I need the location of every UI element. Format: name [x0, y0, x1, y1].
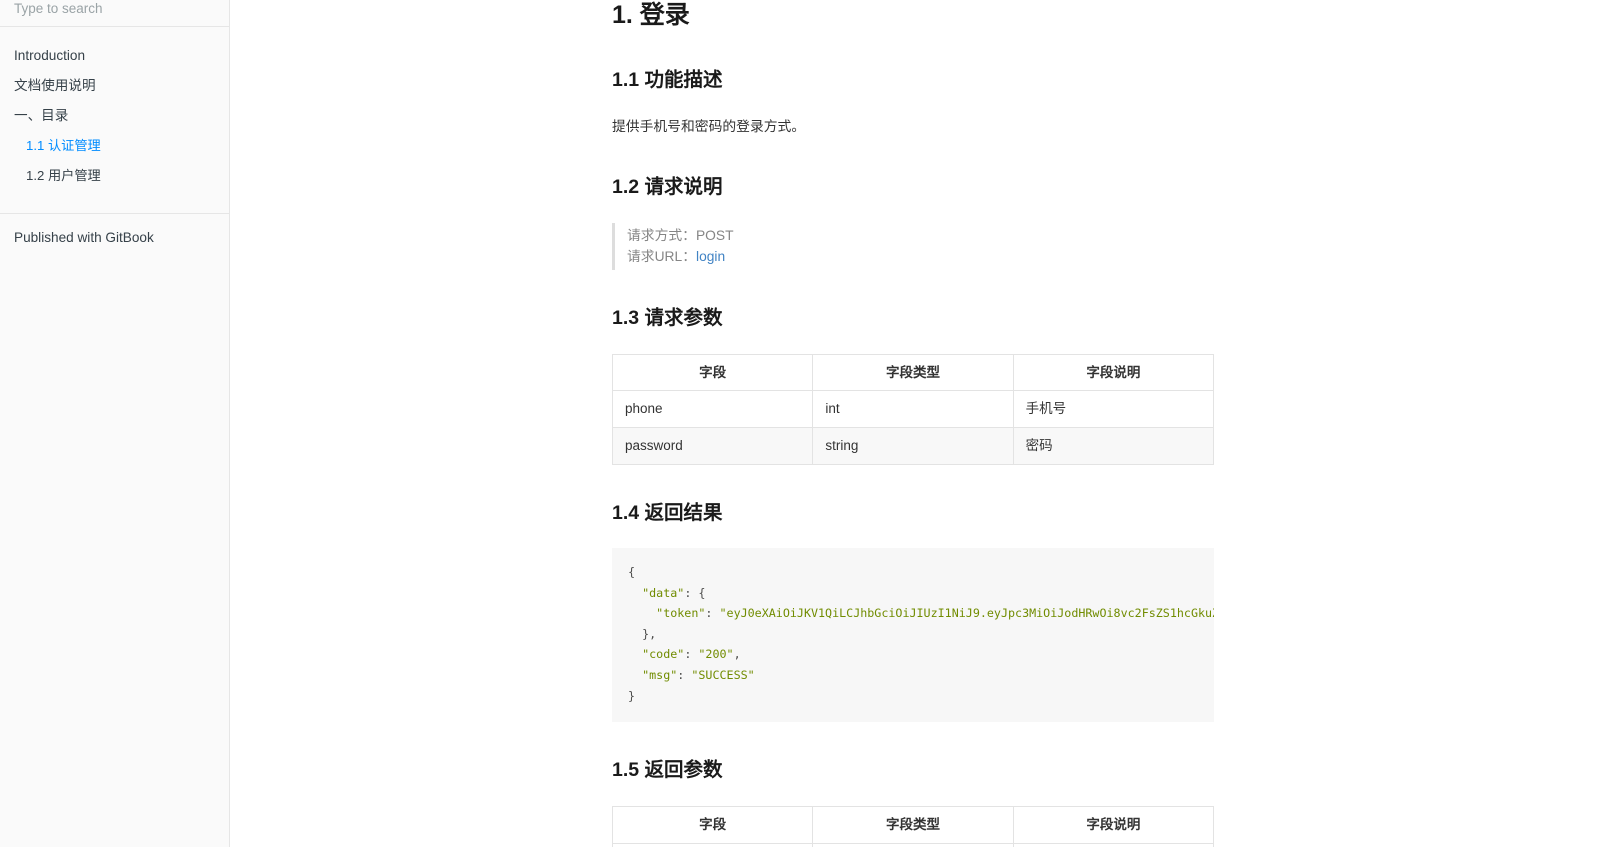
- documentation-page: Introduction 文档使用说明 一、目录 1.1 认证管理 1.2 用户…: [0, 0, 1607, 847]
- cell-field: phone: [611, 390, 814, 429]
- response-code-block: { "data": { "token": "eyJ0eXAiOiJKV1QiLC…: [612, 547, 1214, 723]
- section-heading-1-4: 1.4 返回结果: [612, 501, 723, 524]
- content-area: 1. 登录 1.1 功能描述 提供手机号和密码的登录方式。 1.2 请求说明 请…: [230, 0, 1607, 847]
- request-params-table: 字段 字段类型 字段说明 phone int 手机号 password stri…: [611, 353, 1215, 465]
- response-params-table: 字段 字段类型 字段说明 token string token值: [611, 806, 1215, 847]
- page-title: 1. 登录: [612, 1, 690, 29]
- code-token: {: [628, 564, 636, 579]
- column-header-type: 字段类型: [812, 353, 1014, 392]
- cell-type: string: [812, 427, 1014, 465]
- request-info-blockquote: 请求方式：POST 请求URL：login: [612, 222, 1214, 270]
- code-line: "code": "200",: [628, 644, 1198, 665]
- sidebar-item-user-management[interactable]: 1.2 用户管理: [0, 161, 229, 191]
- code-token: "200": [698, 647, 734, 662]
- section-heading-1-1: 1.1 功能描述: [612, 69, 723, 91]
- code-token: :: [677, 667, 692, 682]
- request-url-link[interactable]: login: [696, 249, 725, 264]
- column-header-field: 字段: [611, 806, 814, 845]
- cell-desc: token值: [1012, 843, 1215, 847]
- table-row: phone int 手机号: [611, 390, 1215, 429]
- cell-type: int: [812, 390, 1014, 429]
- code-token: "SUCCESS": [691, 667, 755, 682]
- request-url-label: 请求URL：: [627, 249, 696, 265]
- section-heading-1-3: 1.3 请求参数: [612, 306, 723, 329]
- search-container: [0, 0, 229, 27]
- column-header-desc: 字段说明: [1012, 806, 1215, 845]
- sidebar-item-doc-usage[interactable]: 文档使用说明: [0, 71, 229, 101]
- sidebar-item-introduction[interactable]: Introduction: [0, 41, 229, 71]
- column-header-type: 字段类型: [812, 806, 1014, 845]
- request-url-line: 请求URL：login: [627, 246, 1214, 267]
- code-token: :: [705, 606, 720, 621]
- request-method-label: 请求方式：: [627, 227, 696, 243]
- section-paragraph-1-1: 提供手机号和密码的登录方式。: [612, 119, 806, 135]
- code-line: },: [628, 624, 1198, 645]
- code-token: ,: [733, 647, 741, 662]
- sidebar-nav: Introduction 文档使用说明 一、目录 1.1 认证管理 1.2 用户…: [0, 27, 229, 203]
- code-token: : {: [684, 585, 706, 600]
- code-line: {: [628, 562, 1198, 583]
- cell-field: password: [611, 427, 814, 465]
- search-input[interactable]: [14, 1, 215, 17]
- code-token: :: [684, 647, 699, 662]
- cell-field: token: [611, 843, 814, 847]
- cell-desc: 手机号: [1012, 390, 1215, 429]
- request-method-line: 请求方式：POST: [627, 225, 1214, 246]
- cell-desc: 密码: [1012, 427, 1215, 465]
- code-token: },: [628, 626, 657, 641]
- table-header-row: 字段 字段类型 字段说明: [611, 806, 1215, 845]
- table-row: password string 密码: [611, 427, 1215, 465]
- sidebar-item-catalog[interactable]: 一、目录: [0, 101, 229, 131]
- published-with-gitbook-link[interactable]: Published with GitBook: [0, 214, 229, 245]
- code-token: "code": [642, 647, 685, 662]
- code-line: "msg": "SUCCESS": [628, 665, 1198, 686]
- request-method-value: POST: [695, 227, 734, 243]
- code-line: "token": "eyJ0eXAiOiJKV1QiLCJhbGciOiJIUz…: [628, 603, 1214, 624]
- section-heading-1-5: 1.5 返回参数: [612, 759, 723, 782]
- code-token: "token": [656, 606, 706, 621]
- sidebar: Introduction 文档使用说明 一、目录 1.1 认证管理 1.2 用户…: [0, 0, 230, 847]
- code-line: }: [628, 686, 1198, 707]
- article-body: 1. 登录 1.1 功能描述 提供手机号和密码的登录方式。 1.2 请求说明 请…: [611, 0, 1215, 847]
- code-token: "data": [642, 585, 685, 600]
- table-header-row: 字段 字段类型 字段说明: [611, 353, 1215, 392]
- column-header-field: 字段: [611, 353, 814, 392]
- cell-type: string: [812, 843, 1014, 847]
- code-token: "msg": [642, 667, 678, 682]
- table-row: token string token值: [611, 843, 1215, 847]
- code-line: "data": {: [628, 583, 1198, 604]
- column-header-desc: 字段说明: [1012, 353, 1215, 392]
- sidebar-item-auth-management[interactable]: 1.1 认证管理: [0, 131, 229, 161]
- code-token: }: [628, 688, 636, 703]
- code-token-token-value: "eyJ0eXAiOiJKV1QiLCJhbGciOiJIUzI1NiJ9.ey…: [719, 606, 1215, 621]
- section-heading-1-2: 1.2 请求说明: [612, 176, 723, 199]
